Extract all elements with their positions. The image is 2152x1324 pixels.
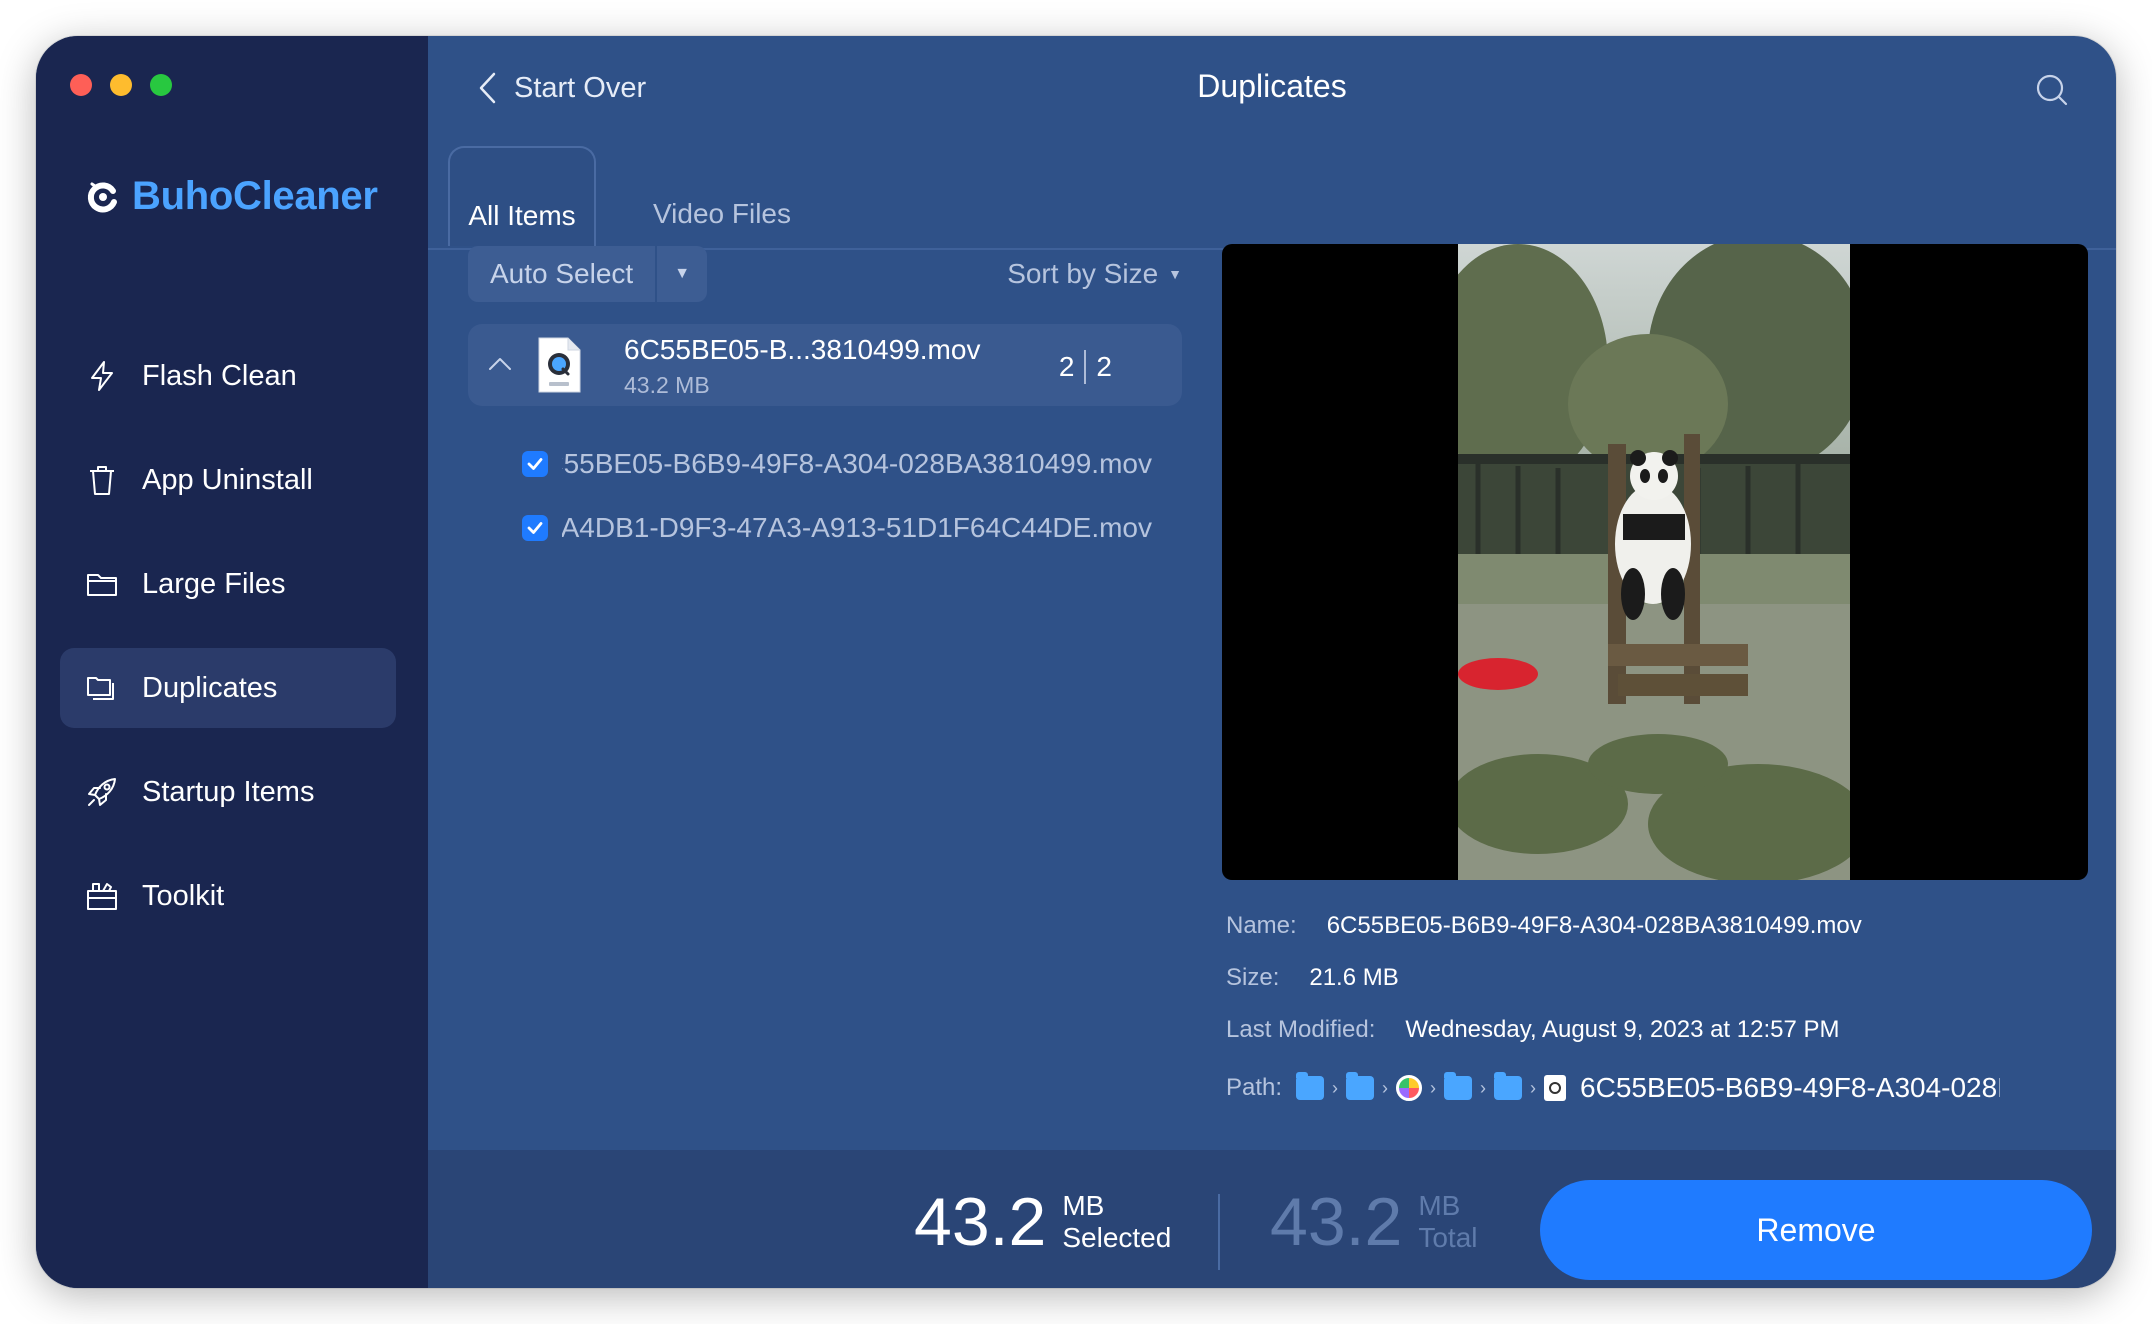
- auto-select-control: Auto Select ▼: [468, 246, 708, 302]
- toolbox-icon: [84, 878, 120, 914]
- sort-dropdown[interactable]: Sort by Size ▼: [1007, 246, 1182, 302]
- sidebar-item-app-uninstall[interactable]: App Uninstall: [60, 440, 396, 520]
- list-item[interactable]: 6C55BE05-B6B9-49F8-A304-028BA3810499.mov: [522, 444, 1162, 484]
- sidebar-item-label: Large Files: [142, 567, 286, 600]
- folder-icon[interactable]: [1494, 1072, 1523, 1100]
- search-icon[interactable]: [2034, 72, 2070, 108]
- sidebar-item-duplicates[interactable]: Duplicates: [60, 648, 396, 728]
- minimize-window-button[interactable]: [110, 74, 132, 96]
- detail-modified-row: Last Modified: Wednesday, August 9, 2023…: [1226, 1016, 1840, 1044]
- detail-label: Last Modified:: [1226, 1016, 1376, 1043]
- page-title: Duplicates: [1197, 68, 1347, 104]
- path-file-name[interactable]: 6C55BE05-B6B9-49F8-A304-028BA3810499.mov: [1580, 1072, 2000, 1104]
- sidebar-item-toolkit[interactable]: Toolkit: [60, 856, 396, 936]
- panda-video-frame: [1458, 244, 1850, 880]
- total-size: 43.2 MB Total: [1270, 1184, 1478, 1260]
- rocket-icon: [84, 774, 120, 810]
- mov-file-icon: [538, 337, 581, 393]
- sidebar-item-label: Flash Clean: [142, 359, 297, 392]
- selected-unit: MB: [1062, 1190, 1105, 1221]
- bolt-icon: [84, 358, 120, 394]
- tab-bar: All Items Video Files: [428, 146, 2116, 250]
- sidebar-item-label: Toolkit: [142, 879, 225, 912]
- duplicate-file-name: 6C55BE05-B6B9-49F8-A304-028BA3810499.mov: [562, 448, 1152, 479]
- sidebar-item-flash-clean[interactable]: Flash Clean: [60, 336, 396, 416]
- sidebar-item-label: App Uninstall: [142, 463, 313, 496]
- photos-library-icon[interactable]: [1396, 1075, 1423, 1101]
- detail-name-row: Name: 6C55BE05-B6B9-49F8-A304-028BA38104…: [1226, 912, 1862, 940]
- chevron-right-icon: ›: [1530, 1077, 1537, 1098]
- path-breadcrumb: › › › › ›: [1296, 1072, 1567, 1101]
- total-size-unit: MB Total: [1418, 1190, 1477, 1254]
- detail-size-value: 21.6 MB: [1309, 964, 1399, 991]
- chevron-up-icon[interactable]: [486, 350, 514, 378]
- trash-icon: [84, 462, 120, 498]
- sidebar-item-large-files[interactable]: Large Files: [60, 544, 396, 624]
- selected-size: 43.2 MB Selected: [914, 1184, 1171, 1260]
- mov-file-icon: [1544, 1075, 1567, 1101]
- sidebar-item-label: Duplicates: [142, 671, 278, 704]
- detail-modified-value: Wednesday, August 9, 2023 at 12:57 PM: [1405, 1016, 1840, 1043]
- remove-button[interactable]: Remove: [1540, 1180, 2092, 1280]
- detail-label: Name:: [1226, 912, 1297, 939]
- checkbox-checked[interactable]: [522, 515, 548, 541]
- list-item[interactable]: 96CA4DB1-D9F3-47A3-A913-51D1F64C44DE.mov: [522, 508, 1162, 548]
- duplicate-group-row[interactable]: 6C55BE05-B...3810499.mov 43.2 MB 2 2: [468, 324, 1182, 406]
- close-window-button[interactable]: [70, 74, 92, 96]
- sidebar-item-startup-items[interactable]: Startup Items: [60, 752, 396, 832]
- detail-label: Size:: [1226, 964, 1280, 991]
- checkmark-icon: [527, 458, 543, 470]
- selected-label: Selected: [1062, 1222, 1172, 1253]
- buho-logo-icon: [87, 182, 117, 212]
- chevron-right-icon: ›: [1430, 1077, 1437, 1098]
- duplicate-file-name: 96CA4DB1-D9F3-47A3-A913-51D1F64C44DE.mov: [562, 512, 1152, 543]
- main-panel: Start Over Duplicates All Items Video Fi…: [428, 36, 2116, 1288]
- footer-bar: 43.2 MB Selected 43.2 MB Total Remove: [428, 1150, 2116, 1288]
- selected-count: 2: [1058, 351, 1075, 382]
- auto-select-button[interactable]: Auto Select: [468, 246, 655, 302]
- chevron-right-icon: ›: [1332, 1077, 1339, 1098]
- detail-label: Path:: [1226, 1074, 1283, 1101]
- app-window: BuhoCleaner Flash Clean App Uninstall La…: [36, 36, 2116, 1288]
- count-divider: [1084, 350, 1087, 384]
- sort-label: Sort by Size: [1007, 258, 1159, 289]
- window-controls: [70, 74, 172, 96]
- folder-icon: [84, 566, 120, 602]
- selected-size-unit: MB Selected: [1062, 1190, 1171, 1254]
- auto-select-dropdown-icon[interactable]: ▼: [655, 246, 707, 302]
- total-size-value: 43.2: [1270, 1184, 1403, 1260]
- tab-all-items[interactable]: All Items: [448, 146, 596, 246]
- detail-size-row: Size: 21.6 MB: [1226, 964, 1399, 992]
- video-preview[interactable]: [1222, 244, 2088, 880]
- checkmark-icon: [527, 522, 543, 534]
- group-file-name: 6C55BE05-B...3810499.mov: [624, 334, 981, 365]
- folder-icon[interactable]: [1444, 1072, 1473, 1100]
- zoom-window-button[interactable]: [150, 74, 172, 96]
- pictures-folder-icon[interactable]: [1346, 1072, 1375, 1100]
- duplicates-icon: [84, 670, 120, 706]
- chevron-right-icon: ›: [1382, 1077, 1389, 1098]
- footer-divider: [1218, 1194, 1220, 1270]
- total-count: 2: [1096, 351, 1112, 382]
- chevron-right-icon: ›: [1480, 1077, 1487, 1098]
- app-name: BuhoCleaner: [132, 174, 378, 218]
- selected-size-value: 43.2: [914, 1184, 1047, 1260]
- checkbox-checked[interactable]: [522, 451, 548, 477]
- detail-name-value: 6C55BE05-B6B9-49F8-A304-028BA3810499.mov: [1326, 912, 1862, 939]
- chevron-down-icon: ▼: [1168, 266, 1182, 282]
- group-file-size: 43.2 MB: [624, 372, 710, 398]
- home-folder-icon[interactable]: [1296, 1072, 1325, 1100]
- group-count: 2 2: [1059, 350, 1112, 384]
- app-logo: BuhoCleaner: [86, 174, 378, 219]
- sidebar-item-label: Startup Items: [142, 775, 315, 808]
- sidebar: BuhoCleaner Flash Clean App Uninstall La…: [36, 36, 428, 1288]
- total-unit: MB: [1418, 1190, 1461, 1221]
- tab-video-files[interactable]: Video Files: [642, 146, 802, 246]
- detail-path-row: Path: › › › › › 6C55BE05-B6B9-49F8-A304-…: [1226, 1072, 2000, 1104]
- sidebar-nav: Flash Clean App Uninstall Large Files Du…: [60, 336, 396, 960]
- total-label: Total: [1418, 1222, 1478, 1253]
- list-toolbar: Auto Select ▼ Sort by Size ▼: [468, 246, 1182, 306]
